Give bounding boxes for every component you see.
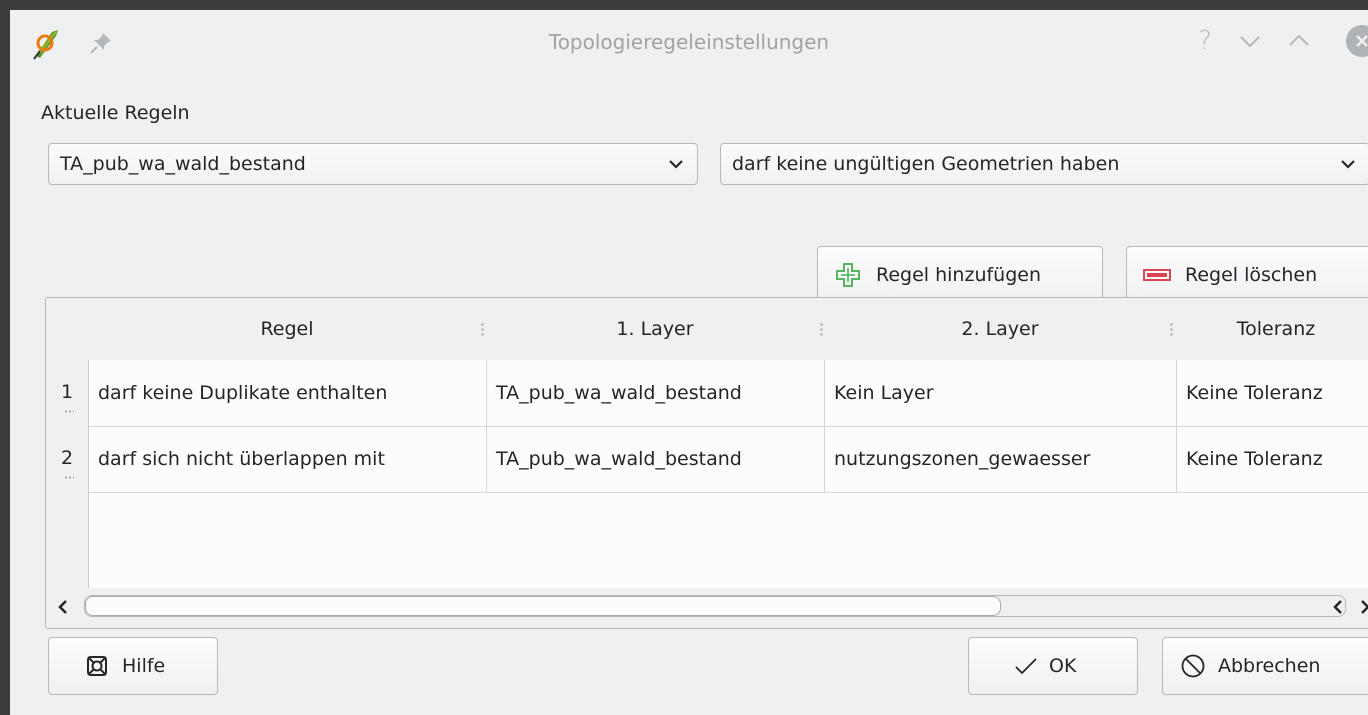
scroll-left-arrow-icon[interactable] — [1329, 594, 1347, 620]
cell-layer2[interactable]: Kein Layer — [825, 360, 1177, 426]
column-header-tolerance[interactable]: Toleranz — [1176, 298, 1368, 360]
cancel-label: Abbrechen — [1218, 655, 1321, 677]
table-row[interactable]: darf sich nicht überlappen mit TA_pub_wa… — [89, 426, 1368, 493]
scroll-left-arrow-icon[interactable] — [54, 594, 72, 620]
checkmark-icon — [1015, 658, 1037, 675]
table-row[interactable]: darf keine Duplikate enthalten TA_pub_wa… — [89, 360, 1368, 427]
column-header-rule[interactable]: Regel — [88, 298, 486, 360]
row-header-2[interactable]: 2 — [46, 426, 88, 492]
help-button[interactable]: Hilfe — [48, 637, 218, 695]
cell-layer1[interactable]: TA_pub_wa_wald_bestand — [487, 426, 825, 492]
cell-rule[interactable]: darf keine Duplikate enthalten — [89, 360, 487, 426]
ok-label: OK — [1049, 655, 1077, 677]
rules-table[interactable]: Regel 1. Layer 2. Layer Toleranz 1 2 dar… — [45, 297, 1368, 629]
minus-icon — [1143, 269, 1171, 281]
layer-combobox[interactable]: TA_pub_wa_wald_bestand — [48, 143, 698, 185]
plus-icon — [836, 263, 860, 287]
table-viewport: darf keine Duplikate enthalten TA_pub_wa… — [88, 360, 1368, 588]
scrollbar-handle[interactable] — [85, 596, 1001, 616]
column-header-layer2[interactable]: 2. Layer — [824, 298, 1176, 360]
lifebuoy-icon — [87, 656, 107, 676]
cell-layer1[interactable]: TA_pub_wa_wald_bestand — [487, 360, 825, 426]
rule-type-combobox[interactable]: darf keine ungültigen Geometrien haben — [720, 143, 1368, 185]
window-title: Topologieregeleinstellungen — [548, 30, 830, 54]
minimize-chevron-icon[interactable] — [1233, 24, 1267, 58]
ok-button[interactable]: OK — [968, 637, 1138, 695]
row-handle-icon — [64, 410, 74, 413]
help-label: Hilfe — [122, 655, 166, 677]
column-header-layer1[interactable]: 1. Layer — [486, 298, 824, 360]
topology-rule-settings-dialog: Topologieregeleinstellungen ? Aktuelle R… — [10, 10, 1368, 715]
column-separator[interactable] — [1170, 322, 1173, 336]
add-rule-label: Regel hinzufügen — [876, 264, 1042, 286]
delete-rule-button[interactable]: Regel löschen — [1126, 246, 1368, 304]
delete-rule-label: Regel löschen — [1185, 264, 1318, 286]
row-number: 1 — [60, 381, 74, 403]
column-separator[interactable] — [481, 322, 484, 336]
row-number: 2 — [60, 447, 74, 469]
rule-type-combobox-value: darf keine ungültigen Geometrien haben — [732, 153, 1120, 175]
cancel-button[interactable]: Abbrechen — [1162, 637, 1368, 695]
cell-layer2[interactable]: nutzungszonen_gewaesser — [825, 426, 1177, 492]
layer-combobox-value: TA_pub_wa_wald_bestand — [60, 153, 306, 175]
cell-rule[interactable]: darf sich nicht überlappen mit — [89, 426, 487, 492]
horizontal-scrollbar[interactable] — [46, 588, 1368, 626]
cell-tolerance[interactable]: Keine Toleranz — [1177, 426, 1368, 492]
scroll-right-arrow-icon[interactable] — [1356, 594, 1368, 620]
help-question-icon[interactable]: ? — [1188, 24, 1222, 58]
title-bar[interactable]: Topologieregeleinstellungen ? — [10, 10, 1368, 74]
chevron-down-icon — [1341, 160, 1355, 169]
scrollbar-track[interactable] — [84, 595, 1346, 617]
maximize-chevron-icon[interactable] — [1282, 24, 1316, 58]
row-handle-icon — [64, 476, 74, 479]
cancel-circle-icon — [1181, 654, 1205, 678]
add-rule-button[interactable]: Regel hinzufügen — [817, 246, 1103, 304]
cell-tolerance[interactable]: Keine Toleranz — [1177, 360, 1368, 426]
current-rules-label: Aktuelle Regeln — [41, 102, 190, 124]
table-header: Regel 1. Layer 2. Layer Toleranz — [46, 298, 1368, 360]
row-header-1[interactable]: 1 — [46, 360, 88, 426]
column-separator[interactable] — [820, 322, 823, 336]
chevron-down-icon — [669, 160, 683, 169]
